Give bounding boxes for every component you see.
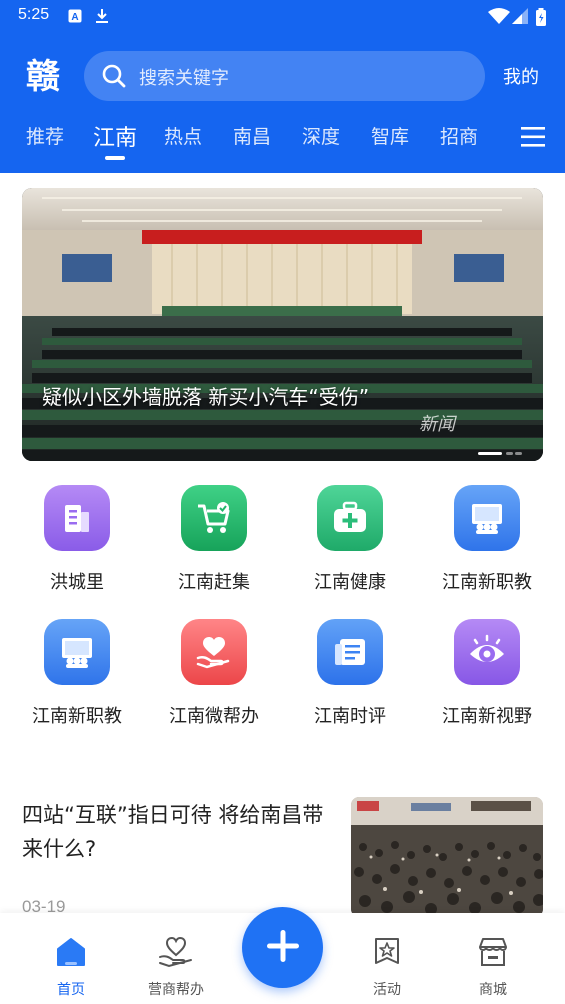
nav-label: 活动 [373, 982, 401, 998]
news-thumbnail [351, 797, 543, 917]
classroom-icon [44, 619, 110, 685]
search-placeholder: 搜索关键字 [139, 68, 229, 89]
tab-redian[interactable]: 热点 [164, 122, 202, 149]
service-label: 江南新职教 [442, 572, 532, 593]
news-title: 四站“互联”指日可待 将给南昌带来什么? [22, 803, 324, 861]
wifi-icon [488, 8, 510, 28]
plus-icon [265, 928, 301, 968]
svg-text:A: A [71, 12, 78, 23]
signal-icon [512, 8, 528, 28]
service-label: 江南新视野 [442, 706, 532, 727]
nav-home[interactable]: 首页 [26, 913, 116, 999]
publish-button[interactable] [242, 907, 323, 988]
shopping-cart-icon [181, 485, 247, 551]
tab-shendu[interactable]: 深度 [302, 122, 340, 149]
tab-nanchang[interactable]: 南昌 [233, 122, 271, 149]
active-tab-indicator [105, 156, 125, 160]
service-jiangnan-weibangban[interactable]: 江南微帮办 [149, 619, 279, 728]
banner-title: 疑似小区外墙脱落 新买小汽车“受伤” [42, 385, 370, 409]
tab-zhaoshang[interactable]: 招商 [440, 122, 478, 149]
nav-huodong[interactable]: 活动 [342, 913, 432, 999]
service-label: 江南时评 [314, 706, 386, 727]
building-icon [44, 485, 110, 551]
app-logo[interactable]: 赣 [22, 56, 64, 97]
store-icon [448, 935, 538, 977]
newspaper-icon [317, 619, 383, 685]
headline-banner[interactable]: 疑似小区外墙脱落 新买小汽车“受伤” 新闻 [22, 188, 543, 461]
banner-image [22, 188, 543, 461]
banner-watermark: 新闻 [419, 414, 455, 435]
service-jiangnan-shiping[interactable]: 江南时评 [285, 619, 415, 728]
search-bar[interactable]: 搜索关键字 [84, 51, 485, 101]
service-jiangnan-xinzhijiao[interactable]: 江南新职教 [422, 485, 552, 594]
service-hongchengli[interactable]: 洪城里 [12, 485, 142, 594]
heart-hand-icon [181, 619, 247, 685]
home-icon [26, 935, 116, 977]
service-jiangnan-ganji[interactable]: 江南赶集 [149, 485, 279, 594]
carousel-indicator [478, 441, 522, 460]
classroom-icon [454, 485, 520, 551]
eye-icon [454, 619, 520, 685]
nav-label: 首页 [57, 982, 85, 998]
service-jiangnan-xinshiye[interactable]: 江南新视野 [422, 619, 552, 728]
service-label: 江南微帮办 [169, 706, 259, 727]
service-label: 江南新职教 [32, 706, 122, 727]
medical-kit-icon [317, 485, 383, 551]
service-label: 洪城里 [50, 572, 104, 593]
search-icon [102, 64, 126, 92]
status-time: 5:25 [18, 6, 50, 23]
nav-label: 商城 [479, 982, 507, 998]
top-bar: 赣 搜索关键字 我的 [0, 50, 565, 102]
app-header: 5:25 A 赣 搜索关键字 我的 推荐 江南 热点 南昌 深度 智库 招商 [0, 0, 565, 173]
battery-icon [535, 8, 547, 30]
status-bar: 5:25 A [0, 0, 565, 32]
badge-star-icon [342, 935, 432, 977]
mine-link[interactable]: 我的 [503, 63, 539, 89]
download-icon [95, 8, 109, 28]
tab-zhiku[interactable]: 智库 [371, 122, 409, 149]
hamburger-menu-icon[interactable] [521, 126, 545, 152]
nav-label: 营商帮办 [148, 982, 204, 998]
service-label: 江南健康 [314, 572, 386, 593]
handshake-icon [131, 935, 221, 977]
nav-yingshang-bangban[interactable]: 营商帮办 [131, 913, 221, 999]
tab-jiangnan[interactable]: 江南 [93, 120, 137, 152]
tab-tuijian[interactable]: 推荐 [26, 122, 64, 149]
service-jiangnan-jiankang[interactable]: 江南健康 [285, 485, 415, 594]
app-notification-icon: A [68, 8, 82, 27]
service-jiangnan-xinzhijiao-2[interactable]: 江南新职教 [12, 619, 142, 728]
nav-shangcheng[interactable]: 商城 [448, 913, 538, 999]
channel-tabs: 推荐 江南 热点 南昌 深度 智库 招商 [0, 118, 565, 163]
service-label: 江南赶集 [178, 572, 250, 593]
logo-text: 赣 [26, 57, 61, 94]
